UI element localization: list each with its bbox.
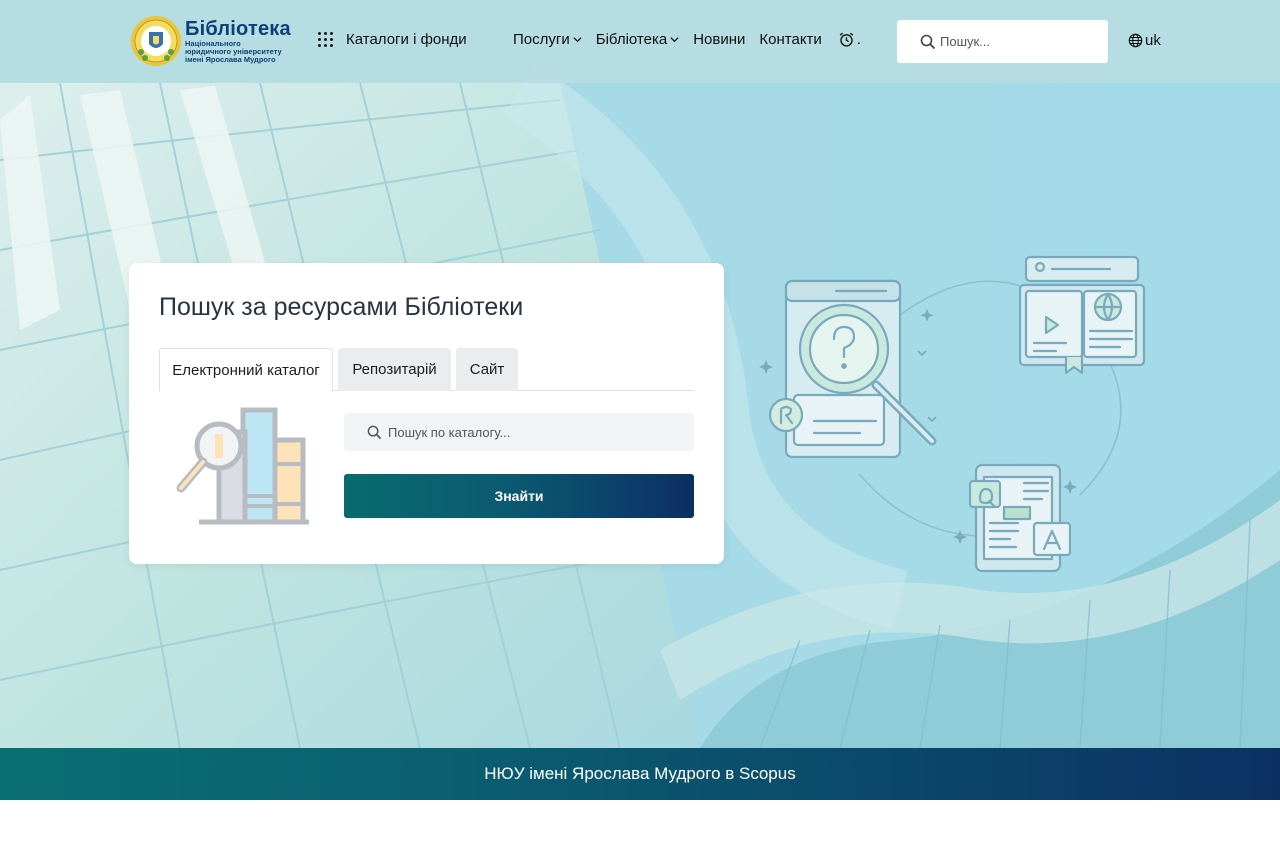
scopus-banner-link[interactable]: НЮУ імені Ярослава Мудрого в Scopus <box>0 748 1280 800</box>
find-button[interactable]: Знайти <box>344 474 694 518</box>
tab-electronic-catalog[interactable]: Електронний каталог <box>159 348 333 392</box>
globe-icon <box>1128 33 1143 48</box>
library-search-card: Пошук за ресурсами Бібліотеки Електронни… <box>129 263 724 564</box>
grid-dots-icon <box>318 32 333 47</box>
tab-site[interactable]: Сайт <box>456 348 518 391</box>
main-nav: Послуги Бібліотека Новини Контакти . <box>513 31 875 48</box>
chevron-down-icon <box>573 37 582 43</box>
header-search-box[interactable] <box>897 20 1108 63</box>
search-card-title: Пошук за ресурсами Бібліотеки <box>159 293 524 321</box>
nav-item-label: Новини <box>693 31 746 48</box>
opening-hours-suffix: . <box>856 31 861 48</box>
language-switcher[interactable]: uk <box>1128 32 1161 49</box>
site-logo[interactable]: Бібліотека Національного юридичного унів… <box>130 14 291 68</box>
catalog-search-input[interactable] <box>388 424 688 440</box>
scopus-banner-text: НЮУ імені Ярослава Мудрого в Scopus <box>484 764 796 783</box>
language-code: uk <box>1145 32 1161 49</box>
logo-title: Бібліотека <box>185 18 291 40</box>
catalog-search-box[interactable] <box>344 413 694 451</box>
nav-item-label: Контакти <box>759 31 822 48</box>
search-icon <box>920 34 936 49</box>
university-emblem-icon <box>131 16 181 66</box>
catalogs-menu-button[interactable]: Каталоги і фонди <box>318 31 467 48</box>
nav-item-label: Послуги <box>513 31 570 48</box>
site-header: Бібліотека Національного юридичного унів… <box>0 0 1280 83</box>
nav-item-contacts[interactable]: Контакти <box>759 31 821 48</box>
nav-item-library[interactable]: Бібліотека <box>596 31 679 48</box>
logo-subtitle-line: імені Ярослава Мудрого <box>185 55 276 64</box>
nav-item-label: Бібліотека <box>595 31 668 48</box>
tab-repository[interactable]: Репозитарій <box>338 348 451 391</box>
nav-item-opening-hours[interactable]: . <box>838 31 861 48</box>
search-icon <box>367 425 382 439</box>
logo-text: Бібліотека Національного юридичного унів… <box>185 18 291 64</box>
search-tabs: Електронний каталог Репозитарій Сайт <box>159 348 694 392</box>
nav-item-services[interactable]: Послуги <box>513 31 582 48</box>
chevron-down-icon <box>670 37 679 43</box>
catalogs-menu-label: Каталоги і фонди <box>346 31 467 48</box>
header-search-input[interactable] <box>940 34 1100 49</box>
books-magnifier-icon <box>176 407 309 525</box>
alarm-clock-icon <box>839 32 854 47</box>
digital-resources-illustration <box>759 255 1146 573</box>
nav-item-news[interactable]: Новини <box>693 31 745 48</box>
